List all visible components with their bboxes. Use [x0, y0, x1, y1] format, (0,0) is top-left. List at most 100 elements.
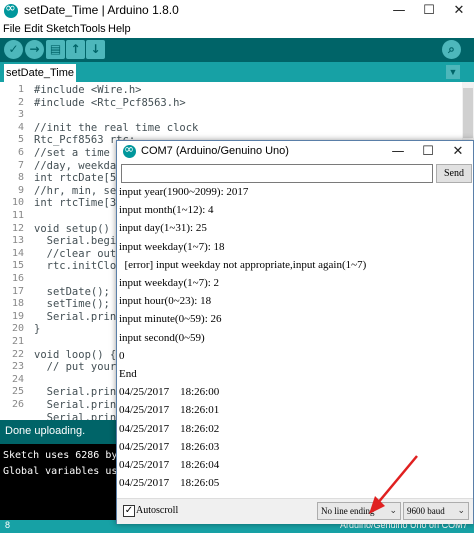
line-number: 4	[17, 121, 24, 133]
line-number: 12	[11, 222, 24, 234]
code-line: Serial.print(	[34, 399, 129, 411]
upload-icon[interactable]: →	[25, 40, 44, 59]
line-number: 8	[17, 172, 24, 184]
autoscroll-label: Autoscroll	[136, 505, 179, 516]
serial-close-icon[interactable]: ✕	[443, 141, 473, 163]
code-line: #include <Wire.h>	[34, 84, 142, 96]
code-line: void loop() {	[34, 348, 117, 361]
line-number: 25	[11, 386, 24, 398]
code-line: int rtcDate[5]	[34, 172, 123, 185]
code-line: #include <Rtc_Pcf8563.h>	[34, 96, 186, 109]
serial-window-title: COM7 (Arduino/Genuino Uno)	[141, 145, 289, 157]
serial-output-line: 04/25/2017 18:26:03	[119, 440, 220, 453]
serial-output-line: input month(1~12): 4	[119, 204, 214, 217]
menu-sketch[interactable]: Sketch	[46, 23, 80, 35]
tab-setdate-time[interactable]: setDate_Time	[4, 64, 76, 82]
minimize-icon[interactable]: —	[384, 0, 414, 22]
line-number: 26	[11, 399, 24, 410]
serial-output-line: input second(0~59)	[119, 331, 205, 344]
maximize-icon[interactable]: ☐	[414, 0, 444, 22]
serial-output-line: 04/25/2017 18:26:05	[119, 477, 220, 490]
line-number: 9	[17, 184, 24, 196]
serial-output-line: 0	[119, 349, 125, 362]
line-number: 23	[11, 361, 24, 373]
serial-minimize-icon[interactable]: —	[383, 141, 413, 163]
open-icon[interactable]: ↑	[66, 40, 85, 59]
line-number: 21	[11, 336, 24, 347]
code-line: Serial.printl	[34, 310, 129, 323]
menu-edit[interactable]: Edit	[24, 23, 43, 35]
annotation-arrow-icon	[369, 455, 418, 514]
arduino-logo-icon	[123, 142, 136, 158]
cursor-line-number: 8	[5, 520, 11, 530]
serial-output-line: 04/25/2017 18:26:04	[119, 459, 220, 471]
line-number: 5	[17, 134, 24, 146]
code-line: Serial.begin(	[34, 235, 129, 248]
chevron-down-icon: ⌄	[457, 506, 465, 516]
serial-output-line: 04/25/2017 18:26:02	[119, 422, 220, 435]
line-number: 16	[11, 273, 24, 284]
serial-output-line: End	[119, 368, 137, 380]
serial-output-line: input minute(0~59): 26	[119, 313, 222, 326]
line-number: 24	[11, 373, 24, 385]
line-number: 18	[11, 298, 24, 310]
code-line: rtc.initClock	[34, 260, 129, 273]
code-line: Serial.print(	[34, 386, 129, 399]
line-number: 13	[11, 235, 24, 247]
save-icon[interactable]: ↓	[86, 40, 105, 59]
code-line: //clear out t	[34, 247, 129, 260]
line-number: 7	[17, 159, 24, 171]
toolbar: ✓ → ▤ ↑ ↓ ⌕	[0, 38, 474, 62]
serial-output-line: [error] input weekday not appropriate,in…	[119, 258, 367, 271]
code-line: //day, weekday,	[34, 159, 129, 172]
serial-output-line: input weekday(1~7): 18	[119, 240, 225, 253]
serial-maximize-icon[interactable]: ☐	[413, 141, 443, 163]
line-number: 17	[11, 285, 24, 297]
line-number: 19	[11, 310, 24, 322]
code-line: void setup() {	[34, 222, 123, 235]
line-number-gutter: 1 2 3 4 5 6 7 8 9 10 11 12 13 14 15 16 17 18 19 20 21 22 23 24 2…	[0, 82, 26, 420]
verify-icon[interactable]: ✓	[4, 40, 23, 59]
serial-output-area: input year(1900~2099): 2017 input month(1…	[119, 184, 471, 496]
serial-output-line: input hour(0~23): 18	[119, 295, 212, 308]
menu-bar: File Edit Sketch Tools Help	[0, 22, 474, 38]
line-number: 10	[11, 197, 24, 209]
line-number: 14	[11, 247, 24, 259]
send-button[interactable]: Send	[436, 164, 472, 183]
arduino-logo-icon	[4, 1, 18, 18]
line-number: 1	[17, 84, 24, 95]
line-number: 3	[17, 109, 24, 121]
code-line: // put your m	[34, 361, 129, 374]
new-icon[interactable]: ▤	[46, 40, 65, 59]
serial-output-line: input year(1900~2099): 2017	[119, 186, 249, 198]
line-number: 2	[17, 96, 24, 108]
main-window-title: setDate_Time | Arduino 1.8.0	[24, 3, 179, 17]
code-line: //hr, min, sec	[34, 184, 123, 197]
serial-output-line: 04/25/2017 18:26:00	[119, 386, 220, 399]
code-line: //init the real time clock	[34, 121, 199, 134]
line-number: 11	[11, 210, 24, 221]
code-line: int rtcTime[3]	[34, 197, 123, 210]
serial-input-field[interactable]	[121, 164, 433, 183]
serial-output-line: 04/25/2017 18:26:01	[119, 404, 220, 417]
line-number: 22	[11, 348, 24, 360]
editor-scroll-thumb[interactable]	[463, 88, 473, 138]
line-number: 15	[11, 260, 24, 272]
serial-output-line: input day(1~31): 25	[119, 222, 207, 235]
close-icon[interactable]: ✕	[444, 0, 474, 22]
menu-tools[interactable]: Tools	[80, 23, 106, 35]
serial-output-line: input weekday(1~7): 2	[119, 277, 220, 289]
main-title-bar: setDate_Time | Arduino 1.8.0 — ☐ ✕	[0, 0, 474, 23]
menu-file[interactable]: File	[3, 23, 21, 35]
tab-menu-icon[interactable]: ▼	[446, 65, 460, 79]
autoscroll-checkbox[interactable]: ✓	[123, 505, 135, 517]
tab-bar: setDate_Time ▼	[0, 62, 474, 82]
status-text: Done uploading.	[5, 425, 86, 437]
code-line: }	[34, 323, 41, 336]
serial-title-bar: COM7 (Arduino/Genuino Uno) — ☐ ✕	[117, 141, 473, 162]
code-line: setTime();	[34, 298, 110, 311]
menu-help[interactable]: Help	[108, 23, 131, 35]
serial-monitor-icon[interactable]: ⌕	[442, 40, 461, 59]
line-number: 20	[11, 323, 24, 335]
code-line: setDate();	[34, 285, 110, 298]
